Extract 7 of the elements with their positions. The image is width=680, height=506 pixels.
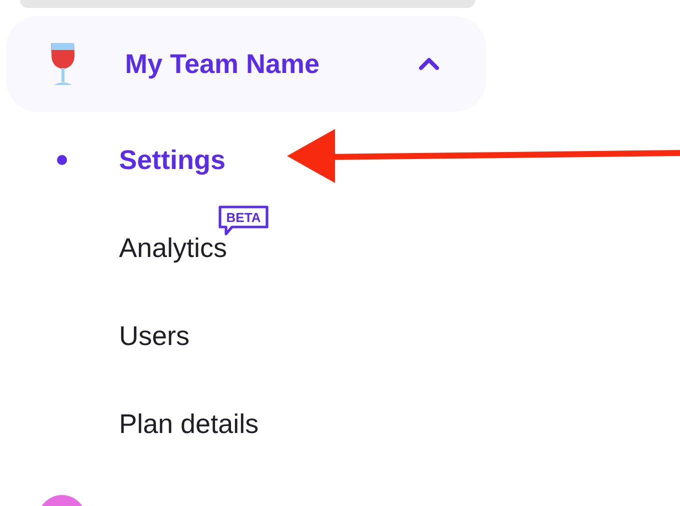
nav-link[interactable]: Settings bbox=[119, 143, 226, 177]
team-header[interactable]: My Team Name bbox=[6, 16, 486, 112]
team-name: My Team Name bbox=[125, 48, 321, 80]
nav-link[interactable]: Users bbox=[119, 319, 190, 353]
beta-badge: BETA bbox=[218, 205, 270, 237]
wine-glass-icon bbox=[50, 42, 76, 86]
nav-link[interactable]: Plan details bbox=[119, 407, 259, 441]
